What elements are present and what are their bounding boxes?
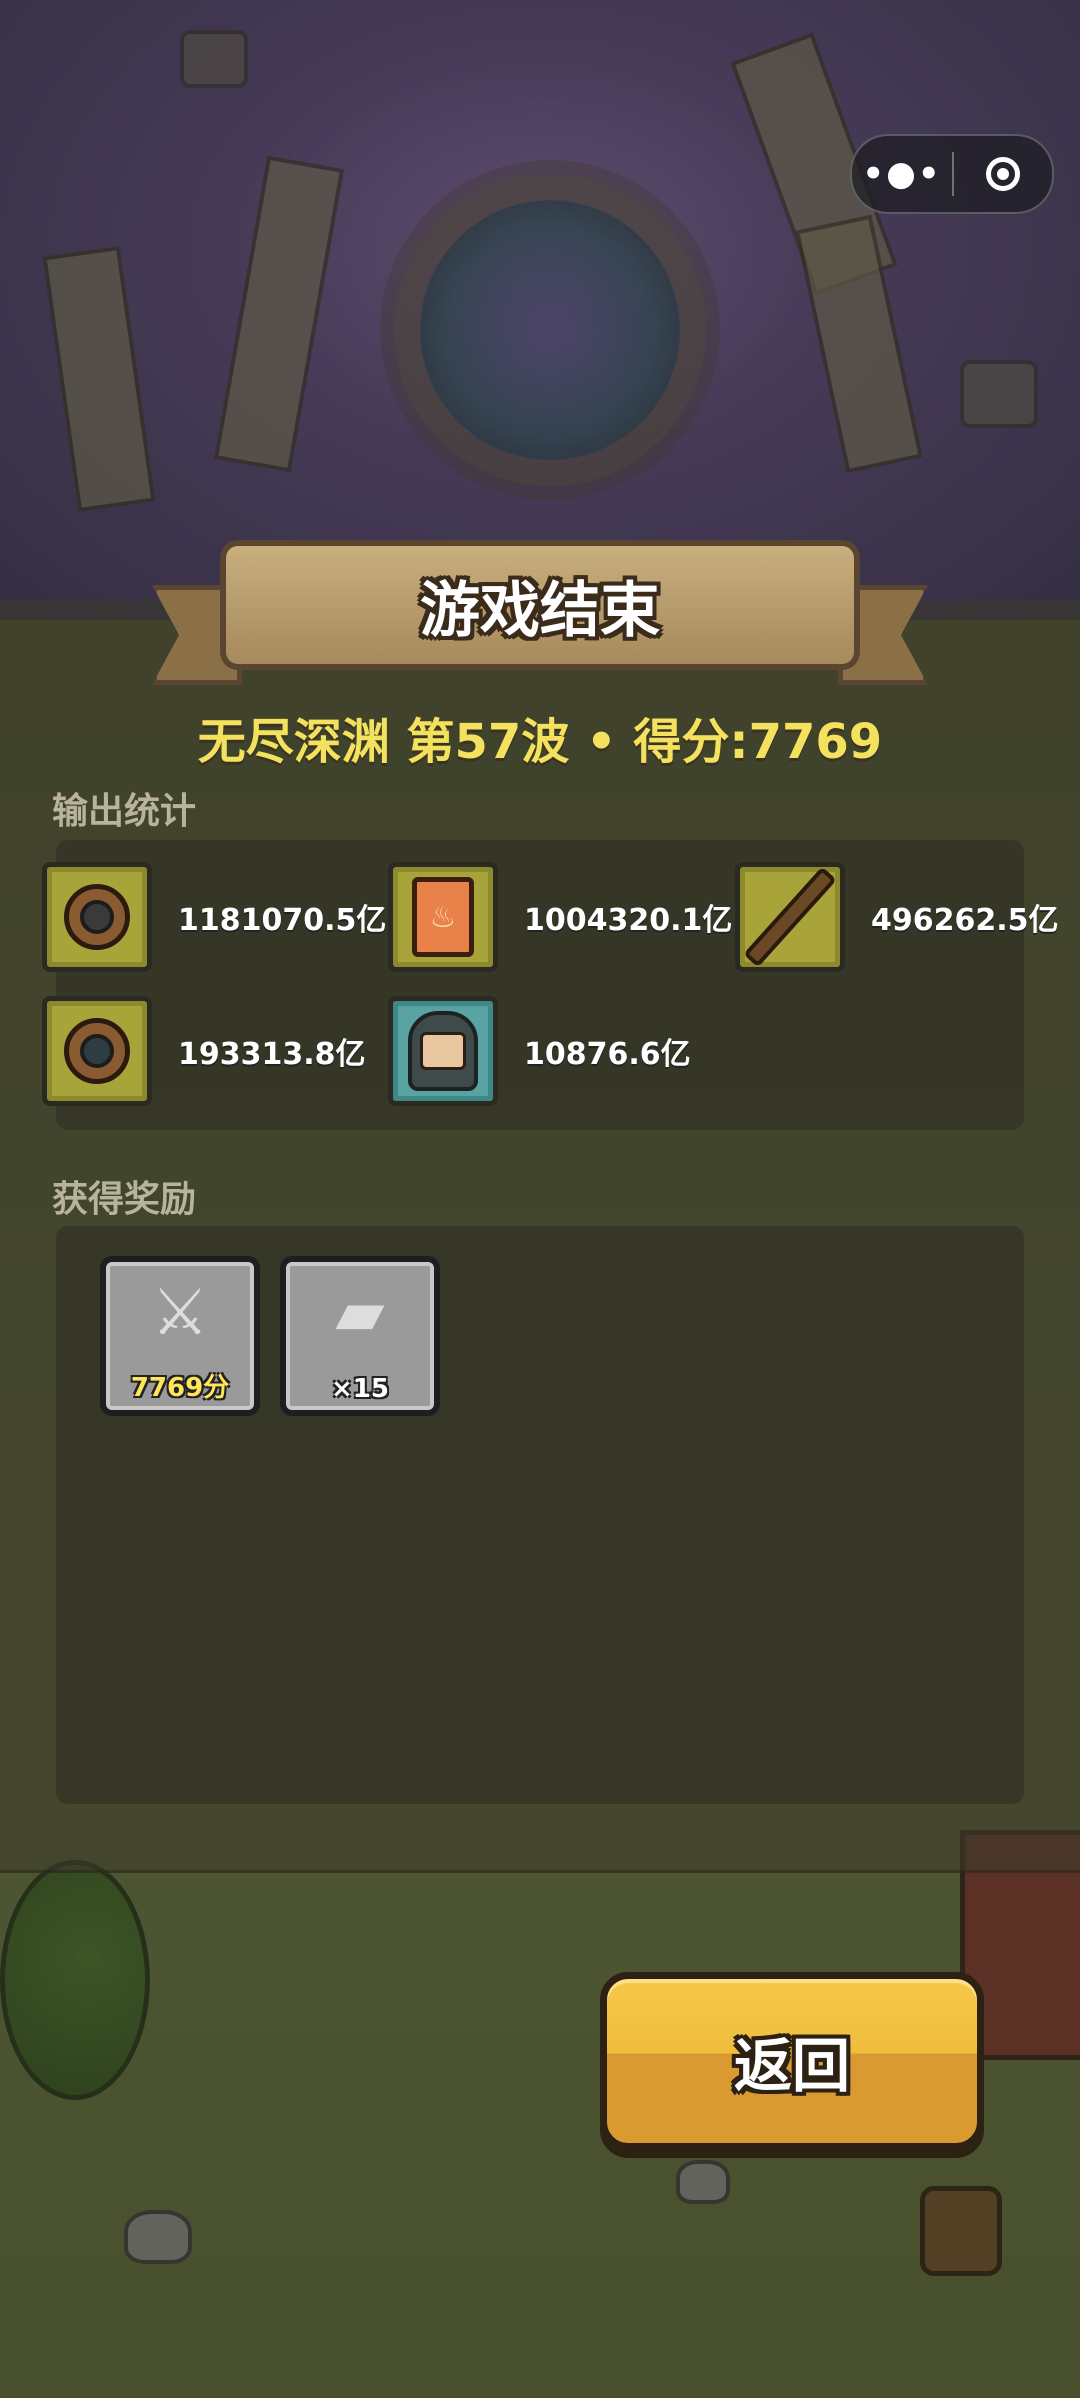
reward-quantity: 7769分: [130, 1373, 230, 1403]
stat-item: ♨ 1004320.1亿: [388, 862, 732, 972]
stat-value: 10876.6亿: [524, 1037, 691, 1072]
stat-item: 1181070.5亿: [42, 862, 386, 972]
fire-book-icon: ♨: [388, 862, 498, 972]
back-button[interactable]: 返回: [600, 1972, 984, 2150]
stat-value: 1181070.5亿: [178, 903, 387, 938]
crossed-swords-icon: ⚔: [151, 1276, 209, 1350]
wooden-staff-icon: [735, 862, 845, 972]
title-banner: 游戏结束: [220, 540, 860, 670]
reward-item[interactable]: ⚔ 7769分: [100, 1256, 260, 1416]
rewards-label: 获得奖励: [52, 1179, 197, 1220]
stat-item: 496262.5亿: [735, 862, 1059, 972]
stat-value: 1004320.1亿: [524, 903, 733, 938]
round-shield-icon: [42, 862, 152, 972]
stat-item: 193313.8亿: [42, 996, 366, 1106]
mini-program-capsule: •●•: [850, 134, 1054, 214]
reward-quantity: ×15: [331, 1374, 389, 1404]
page-title: 游戏结束: [420, 575, 660, 646]
stat-item: 10876.6亿: [388, 996, 691, 1106]
more-dots-icon[interactable]: •●•: [852, 136, 952, 212]
mode-wave-score: 无尽深渊 第57波 • 得分:7769: [197, 714, 883, 770]
knight-hero-icon: [388, 996, 498, 1106]
output-stats-label: 输出统计: [52, 791, 197, 832]
stat-value: 193313.8亿: [178, 1037, 366, 1072]
iron-shield-icon: [42, 996, 152, 1106]
ticket-icon: ▰: [335, 1276, 385, 1350]
close-target-icon[interactable]: [954, 136, 1052, 212]
back-button-label: 返回: [733, 2032, 850, 2100]
reward-item[interactable]: ▰ ×15: [280, 1256, 440, 1416]
stat-value: 496262.5亿: [871, 903, 1059, 938]
